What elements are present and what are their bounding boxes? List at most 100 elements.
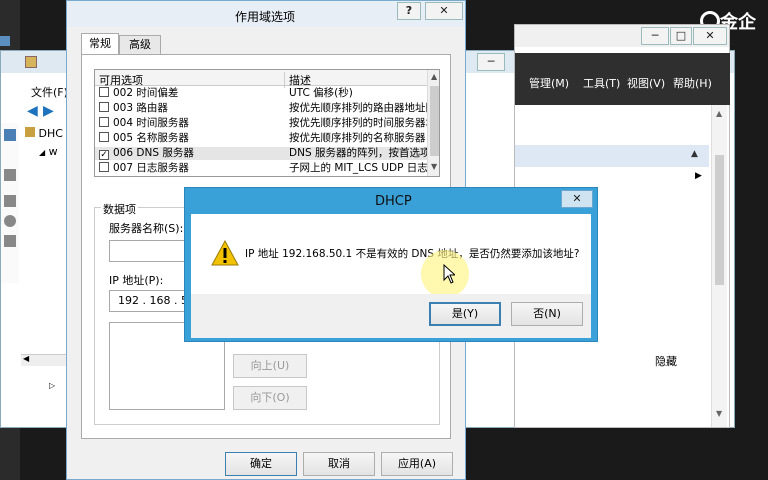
desktop-icon[interactable] <box>0 36 10 46</box>
column-description[interactable]: 描述 <box>289 72 311 88</box>
option-name: 005 名称服务器 <box>113 132 189 144</box>
options-scroll-down-icon[interactable]: ▼ <box>431 162 437 171</box>
ip-address-label: IP 地址(P): <box>109 274 164 287</box>
options-scroll-up-icon[interactable]: ▲ <box>431 72 437 81</box>
tree-pane: DHC ◢ w ▷ <box>21 123 69 418</box>
option-row[interactable]: 004 时间服务器 按优先顺序排列的时间服务器地 <box>95 117 427 130</box>
warning-body: IP 地址 192.168.50.1 不是有效的 DNS 地址，是否仍然要添加该… <box>191 214 591 298</box>
tab-advanced[interactable]: 高级 <box>119 35 161 54</box>
option-description: DNS 服务器的阵列，按首选项排 <box>289 147 427 159</box>
dhcp-icon <box>25 127 35 137</box>
sm-close-button[interactable]: ✕ <box>693 27 727 45</box>
option-row[interactable]: 007 日志服务器 子网上的 MIT_LCS UDP 日志服 <box>95 162 427 175</box>
mouse-cursor-icon <box>443 264 455 284</box>
option-name-cell: 004 时间服务器 <box>99 117 285 130</box>
checkbox-icon[interactable] <box>99 117 109 127</box>
option-name-cell: 007 日志服务器 <box>99 162 285 175</box>
option-row[interactable]: 005 名称服务器 按优先顺序排列的名称服务器 [ <box>95 132 427 145</box>
tool-icon[interactable] <box>4 195 16 207</box>
checkbox-icon[interactable] <box>99 102 109 112</box>
checkbox-icon[interactable] <box>99 132 109 142</box>
no-button[interactable]: 否(N) <box>511 302 583 326</box>
mmc-app-icon <box>25 56 37 68</box>
option-name-cell: 002 时间偏差 <box>99 87 285 100</box>
gear-icon[interactable] <box>4 215 16 227</box>
option-row[interactable]: 002 时间偏差 UTC 偏移(秒) <box>95 87 427 100</box>
warning-title: DHCP <box>375 194 412 209</box>
menu-manage[interactable]: 管理(M) <box>529 75 569 91</box>
warning-message: IP 地址 192.168.50.1 不是有效的 DNS 地址，是否仍然要添加该… <box>245 248 580 260</box>
warning-triangle-icon <box>211 240 239 266</box>
options-scroll-thumb[interactable] <box>430 86 439 156</box>
option-name-cell: ✓ 006 DNS 服务器 <box>99 147 285 160</box>
tree-collapsed-icon[interactable]: ▷ <box>49 381 55 390</box>
server-icon[interactable] <box>4 129 16 141</box>
option-name-cell: 005 名称服务器 <box>99 132 285 145</box>
column-available-options[interactable]: 可用选项 <box>99 72 285 88</box>
server-manager-titlebar: ─ □ ✕ <box>515 25 729 47</box>
sm-expand-icon[interactable]: ▶ <box>695 171 702 181</box>
folder-icon[interactable] <box>4 169 16 181</box>
left-icons-column <box>1 123 19 283</box>
tree-scroll-left-icon[interactable]: ◀ <box>23 354 29 363</box>
expand-arrow-icon: ◢ <box>39 148 46 157</box>
menu-help[interactable]: 帮助(H) <box>673 75 712 91</box>
sm-header-arrow-icon: ▲ <box>691 149 698 159</box>
options-list: 可用选项 描述 002 时间偏差 UTC 偏移(秒) 003 路由器 按优先顺序排列的… <box>94 69 440 177</box>
server-manager-header: 管理(M) 工具(T) 视图(V) 帮助(H) <box>515 53 730 105</box>
sm-list-header: ▲ <box>515 145 709 167</box>
option-name: 006 DNS 服务器 <box>113 147 194 159</box>
ok-button[interactable]: 确定 <box>225 452 297 476</box>
server-name-label: 服务器名称(S): <box>109 222 184 235</box>
scope-title: 作用域选项 <box>235 10 296 24</box>
option-description: 按优先顺序排列的名称服务器 [ <box>289 132 427 144</box>
scope-titlebar: 作用域选项 ? ✕ <box>67 1 465 27</box>
yes-button[interactable]: 是(Y) <box>429 302 501 326</box>
move-up-button[interactable]: 向上(U) <box>233 354 307 378</box>
sm-scroll-thumb[interactable] <box>715 155 724 285</box>
option-description: 按优先顺序排列的时间服务器地 <box>289 117 427 129</box>
menu-file[interactable]: 文件(F) <box>31 84 68 100</box>
warning-titlebar: DHCP ✕ <box>185 188 597 214</box>
option-rows: 002 时间偏差 UTC 偏移(秒) 003 路由器 按优先顺序排列的路由器地址阵 00… <box>95 87 439 176</box>
tree-item-child[interactable]: ◢ w <box>39 145 58 158</box>
option-row[interactable]: 003 路由器 按优先顺序排列的路由器地址阵 <box>95 102 427 115</box>
checkbox-icon[interactable] <box>99 162 109 172</box>
mmc-menubar: 文件(F) <box>21 81 69 99</box>
network-icon[interactable] <box>4 235 16 247</box>
apply-button[interactable]: 应用(A) <box>381 452 453 476</box>
warning-close-button[interactable]: ✕ <box>561 190 593 208</box>
option-name: 002 时间偏差 <box>113 87 179 99</box>
sm-vscrollbar[interactable]: ▲ ▼ <box>711 105 727 427</box>
option-row[interactable]: ✓ 006 DNS 服务器 DNS 服务器的阵列，按首选项排 <box>95 147 427 160</box>
menu-tools[interactable]: 工具(T) <box>583 75 620 91</box>
scope-help-button[interactable]: ? <box>397 2 421 20</box>
tab-general[interactable]: 常规 <box>81 33 119 55</box>
options-vscrollbar[interactable]: ▲ ▼ <box>427 70 439 176</box>
options-list-header: 可用选项 描述 <box>95 70 427 88</box>
tree-item-root[interactable]: DHC <box>25 127 63 140</box>
dhcp-warning-dialog: DHCP ✕ IP 地址 192.168.50.1 不是有效的 DNS 地址，是… <box>184 187 598 342</box>
option-name-cell: 003 路由器 <box>99 102 285 115</box>
sm-minimize-button[interactable]: ─ <box>641 27 669 45</box>
option-name: 004 时间服务器 <box>113 117 189 129</box>
data-entry-label: 数据项 <box>101 201 138 217</box>
option-name: 003 路由器 <box>113 102 168 114</box>
sm-scroll-up-icon[interactable]: ▲ <box>716 109 722 118</box>
menu-view[interactable]: 视图(V) <box>627 75 665 91</box>
sm-scroll-down-icon[interactable]: ▼ <box>716 409 722 418</box>
back-arrow-icon[interactable]: ◀ <box>27 104 41 118</box>
mmc-minimize-button[interactable]: ─ <box>477 53 505 71</box>
cancel-button[interactable]: 取消 <box>303 452 375 476</box>
option-description: UTC 偏移(秒) <box>289 87 353 99</box>
hide-link[interactable]: 隐藏 <box>655 353 677 369</box>
option-description: 子网上的 MIT_LCS UDP 日志服 <box>289 162 427 174</box>
move-down-button[interactable]: 向下(O) <box>233 386 307 410</box>
forward-arrow-icon[interactable]: ▶ <box>43 104 57 118</box>
option-name: 007 日志服务器 <box>113 162 189 174</box>
sm-maximize-button[interactable]: □ <box>670 27 692 45</box>
scope-close-button[interactable]: ✕ <box>425 2 463 20</box>
checkbox-checked-icon[interactable]: ✓ <box>99 150 109 160</box>
checkbox-icon[interactable] <box>99 87 109 97</box>
option-description: 按优先顺序排列的路由器地址阵 <box>289 102 427 114</box>
